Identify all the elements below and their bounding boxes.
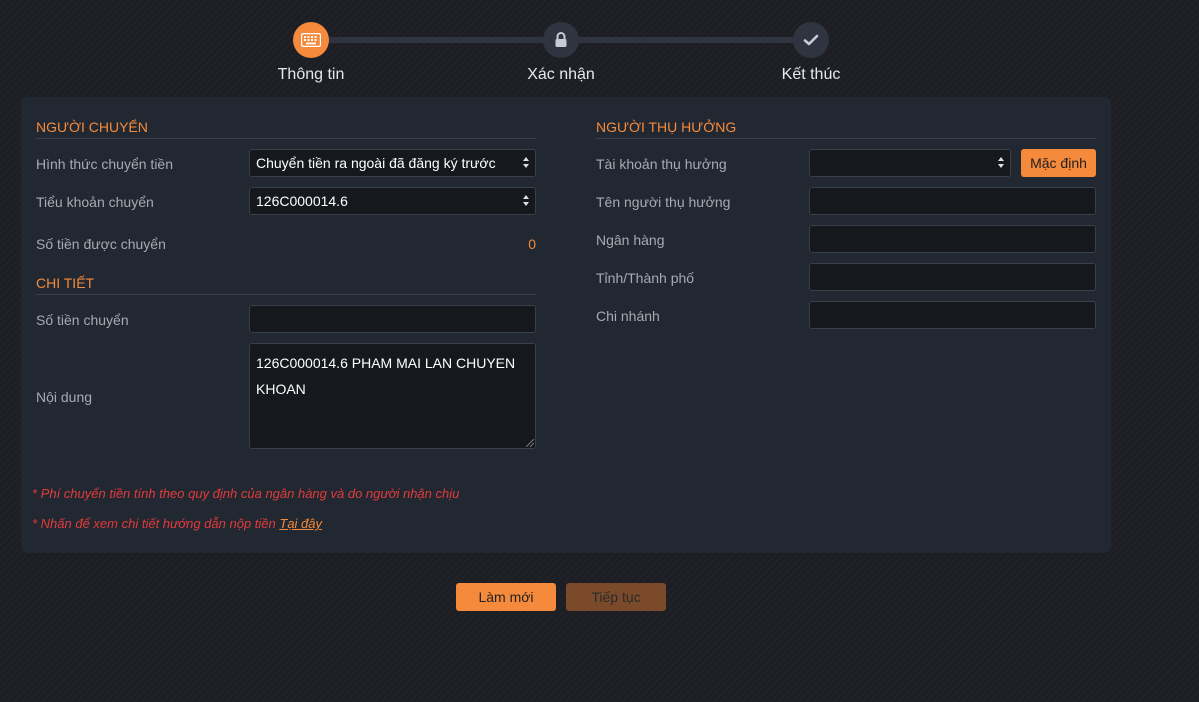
beneficiary-name-label: Tên người thụ hưởng <box>596 194 731 210</box>
branch-input[interactable] <box>809 301 1096 329</box>
beneficiary-section-title: NGƯỜI THỤ HƯỞNG <box>596 119 1096 139</box>
sender-section-title: NGƯỜI CHUYỂN <box>36 119 536 139</box>
step-info-circle <box>293 22 329 58</box>
city-input[interactable] <box>809 263 1096 291</box>
guide-note-text: * Nhấn để xem chi tiết hướng dẫn nộp tiề… <box>32 516 280 531</box>
step-confirm-circle <box>543 22 579 58</box>
beneficiary-account-select[interactable] <box>809 149 1011 177</box>
lock-icon <box>555 32 567 47</box>
guide-link[interactable]: Tại đây <box>279 516 322 531</box>
keyboard-icon <box>301 33 321 47</box>
check-icon <box>803 34 819 46</box>
step-finish-circle <box>793 22 829 58</box>
beneficiary-name-input[interactable] <box>809 187 1096 215</box>
step-info-label: Thông tin <box>277 66 345 83</box>
transfer-type-select[interactable]: Chuyển tiền ra ngoài đã đăng ký trước <box>249 149 536 177</box>
continue-button[interactable]: Tiếp tục <box>566 583 666 611</box>
beneficiary-account-label: Tài khoản thụ hưởng <box>596 156 727 172</box>
guide-note: * Nhấn để xem chi tiết hướng dẫn nộp tiề… <box>32 516 322 531</box>
stepper-connector <box>561 37 811 43</box>
bank-input[interactable] <box>809 225 1096 253</box>
content-label: Nội dung <box>36 389 93 405</box>
step-confirm-label: Xác nhận <box>527 66 595 83</box>
sub-account-select[interactable]: 126C000014.6 <box>249 187 536 215</box>
resize-grip-icon[interactable] <box>526 439 534 447</box>
select-arrows-icon <box>523 194 530 208</box>
amount-label: Số tiền chuyển <box>36 312 129 328</box>
transferable-amount-label: Số tiền được chuyển <box>36 236 166 252</box>
sub-account-value: 126C000014.6 <box>256 193 348 209</box>
bank-label: Ngân hàng <box>596 232 665 248</box>
transfer-type-value: Chuyển tiền ra ngoài đã đăng ký trước <box>256 155 496 171</box>
reset-button[interactable]: Làm mới <box>456 583 556 611</box>
stepper-connector <box>311 37 561 43</box>
content-textarea[interactable]: 126C000014.6 PHAM MAI LAN CHUYEN KHOAN <box>249 343 536 449</box>
amount-input[interactable] <box>249 305 536 333</box>
branch-label: Chi nhánh <box>596 308 660 324</box>
transfer-type-label: Hình thức chuyển tiền <box>36 156 174 172</box>
progress-stepper: Thông tin Xác nhận Kết thúc <box>0 0 1199 95</box>
default-button[interactable]: Mặc định <box>1021 149 1096 177</box>
detail-section-title: CHI TIẾT <box>36 275 536 295</box>
select-arrows-icon <box>523 156 530 170</box>
city-label: Tỉnh/Thành phố <box>596 270 695 286</box>
step-finish-label: Kết thúc <box>781 66 841 83</box>
transfer-form-card: NGƯỜI CHUYỂN Hình thức chuyển tiền Chuyể… <box>21 97 1111 553</box>
fee-note: * Phí chuyển tiền tính theo quy định của… <box>32 486 460 501</box>
transferable-amount-value: 0 <box>528 236 536 252</box>
sub-account-label: Tiểu khoản chuyển <box>36 194 154 210</box>
select-arrows-icon <box>998 156 1005 170</box>
content-value: 126C000014.6 PHAM MAI LAN CHUYEN KHOAN <box>256 355 516 397</box>
